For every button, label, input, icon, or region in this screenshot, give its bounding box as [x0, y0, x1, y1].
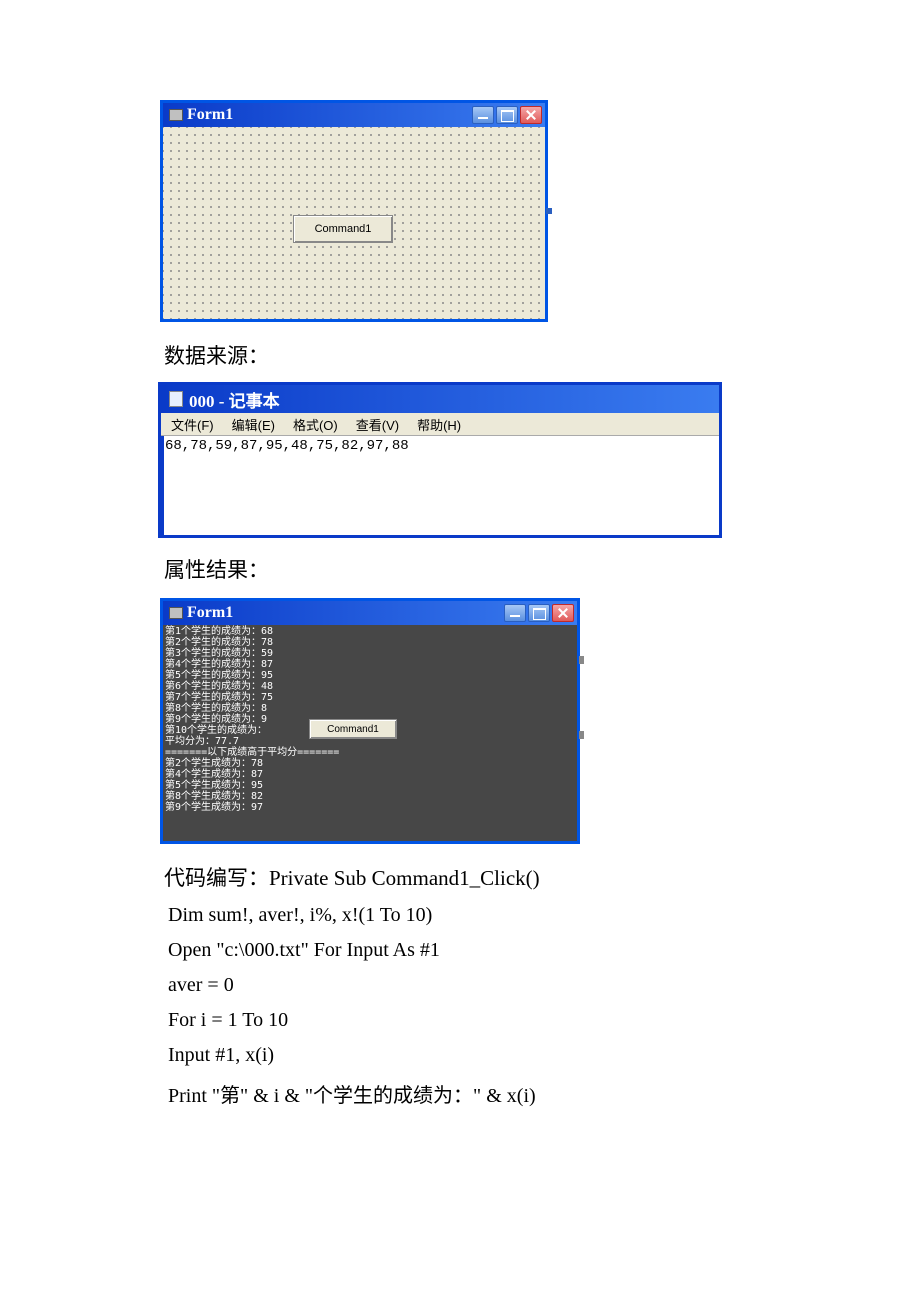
output-line: 第2个学生的成绩为：78: [165, 637, 575, 648]
output-line: 第8个学生的成绩为：8: [165, 703, 575, 714]
form1-design-window: Form1 Command1: [160, 100, 548, 322]
side-marker: [579, 656, 584, 664]
output-line: 第4个学生成绩为：87: [165, 769, 575, 780]
form1-runtime-window: Form1 第1个学生的成绩为：68 第2个学生的成绩为：78 第3个学生的成绩…: [160, 598, 580, 844]
runtime-command1-button[interactable]: Command1: [309, 719, 397, 739]
notepad-content: 68,78,59,87,95,48,75,82,97,88: [165, 438, 409, 454]
output-line: 第7个学生的成绩为：75: [165, 692, 575, 703]
command1-button[interactable]: Command1: [293, 215, 393, 243]
output-line: 第5个学生的成绩为：95: [165, 670, 575, 681]
minimize-button[interactable]: [504, 604, 526, 622]
maximize-button[interactable]: [528, 604, 550, 622]
output-line: 第9个学生成绩为：97: [165, 802, 575, 813]
menu-format[interactable]: 格式(O): [285, 413, 346, 436]
notepad-window: 000 - 记事本 文件(F) 编辑(E) 格式(O) 查看(V) 帮助(H) …: [160, 384, 720, 536]
notepad-icon: [169, 391, 183, 407]
code-line: Open "c:\000.txt" For Input As #1: [168, 939, 760, 962]
menu-help[interactable]: 帮助(H): [409, 413, 469, 436]
output-line: 第4个学生的成绩为：87: [165, 659, 575, 670]
menu-file[interactable]: 文件(F): [163, 413, 222, 436]
form1-titlebar: Form1: [163, 103, 545, 127]
output-line: =======以下成绩高于平均分=======: [165, 747, 575, 758]
code-line: Input #1, x(i): [168, 1044, 760, 1067]
runtime-body: 第1个学生的成绩为：68 第2个学生的成绩为：78 第3个学生的成绩为：59 第…: [163, 625, 577, 841]
runtime-title: Form1: [187, 604, 233, 622]
resize-handle[interactable]: [546, 208, 552, 214]
code-line: aver = 0: [168, 974, 760, 997]
notepad-title: 000 - 记事本: [189, 387, 280, 412]
output-line: 第6个学生的成绩为：48: [165, 681, 575, 692]
close-button[interactable]: [520, 106, 542, 124]
output-line: 第2个学生成绩为：78: [165, 758, 575, 769]
code-line: Print "第" & i & "个学生的成绩为：" & x(i): [168, 1079, 760, 1108]
minimize-button[interactable]: [472, 106, 494, 124]
form1-title: Form1: [187, 106, 233, 124]
result-label: 属性结果：: [164, 554, 760, 584]
code-line: For i = 1 To 10: [168, 1009, 760, 1032]
notepad-body[interactable]: 68,78,59,87,95,48,75,82,97,88: [161, 435, 719, 535]
form-icon: [169, 109, 183, 121]
close-button[interactable]: [552, 604, 574, 622]
data-source-label: 数据来源：: [164, 340, 760, 370]
code-line: Dim sum!, aver!, i%, x!(1 To 10): [168, 904, 760, 927]
menu-view[interactable]: 查看(V): [348, 413, 407, 436]
runtime-titlebar: Form1: [163, 601, 577, 625]
notepad-menubar: 文件(F) 编辑(E) 格式(O) 查看(V) 帮助(H): [161, 413, 719, 435]
menu-edit[interactable]: 编辑(E): [224, 413, 283, 436]
form-icon: [169, 607, 183, 619]
output-line: 第1个学生的成绩为：68: [165, 626, 575, 637]
side-marker: [579, 731, 584, 739]
notepad-titlebar: 000 - 记事本: [161, 385, 719, 413]
output-line: 第5个学生成绩为：95: [165, 780, 575, 791]
maximize-button[interactable]: [496, 106, 518, 124]
form1-design-body[interactable]: Command1: [163, 127, 545, 319]
code-intro: 代码编写：Private Sub Command1_Click(): [164, 862, 760, 892]
output-line: 第3个学生的成绩为：59: [165, 648, 575, 659]
output-line: 第8个学生成绩为：82: [165, 791, 575, 802]
